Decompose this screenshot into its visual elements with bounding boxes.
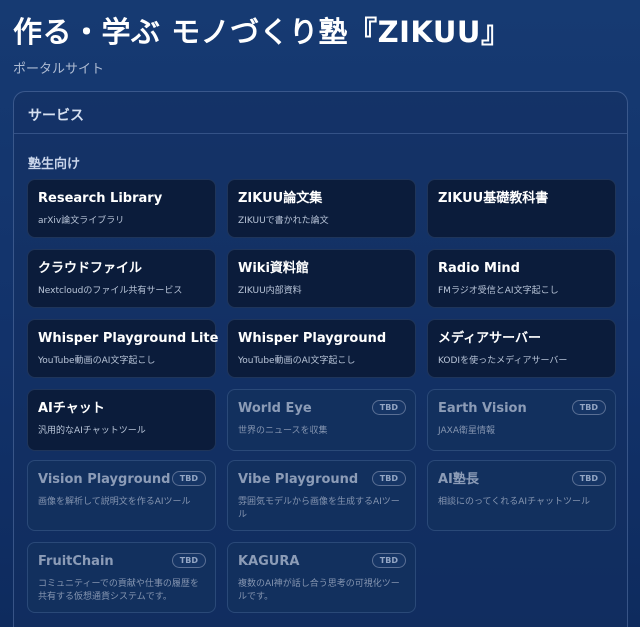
card-description: 複数のAI神が話し合う思考の可視化ツールです。	[238, 579, 400, 602]
card-description: 汎用的なAIチャットツール	[38, 426, 146, 436]
group-title: 塾生向け	[28, 157, 81, 172]
service-card-vision-playground[interactable]: Vision Playground TBD 画像を解析して説明文を作るAIツール	[27, 460, 216, 531]
service-card-research-library[interactable]: Research Library arXiv論文ライブラリ	[27, 179, 216, 238]
card-name: Whisper Playground	[238, 331, 387, 346]
services-panel-header: サービス	[14, 92, 627, 134]
services-panel: サービス 塾生向け Research Library arXiv論文ライブラリ …	[13, 91, 628, 627]
tbd-badge: TBD	[571, 400, 606, 415]
card-name: Whisper Playground Lite	[38, 331, 219, 346]
service-card-fruitchain[interactable]: FruitChain TBD コミュニティーでの貢献や仕事の履歴を共有する仮想通…	[27, 542, 216, 613]
site-title: 作る・学ぶ モノづくり塾『ZIKUU』	[13, 15, 511, 49]
service-card-cloud-files[interactable]: クラウドファイル Nextcloudのファイル共有サービス	[27, 249, 216, 308]
card-description: 相談にのってくれるAIチャットツール	[438, 497, 591, 507]
service-card-media-server[interactable]: メディアサーバー KODIを使ったメディアサーバー	[427, 319, 616, 378]
service-card-whisper[interactable]: Whisper Playground YouTube動画のAI文字起こし	[227, 319, 416, 378]
service-card-earth-vision[interactable]: Earth Vision TBD JAXA衛星情報	[427, 389, 616, 451]
card-name: メディアサーバー	[438, 331, 541, 346]
card-description: 雰囲気モデルから画像を生成するAIツール	[238, 497, 400, 520]
service-card-whisper-lite[interactable]: Whisper Playground Lite YouTube動画のAI文字起こ…	[27, 319, 219, 378]
card-description: 世界のニュースを収集	[238, 426, 328, 436]
service-card-zikuu-papers[interactable]: ZIKUU論文集 ZIKUUで書かれた論文	[227, 179, 416, 238]
card-description: FMラジオ受信とAI文字起こし	[438, 286, 559, 296]
card-description: JAXA衛星情報	[438, 426, 495, 436]
card-name: AIチャット	[38, 401, 105, 416]
card-name: Radio Mind	[438, 261, 520, 276]
service-card-vibe-playground[interactable]: Vibe Playground TBD 雰囲気モデルから画像を生成するAIツール	[227, 460, 416, 531]
card-name: ZIKUU論文集	[238, 191, 323, 206]
service-card-ai-chat[interactable]: AIチャット 汎用的なAIチャットツール	[27, 389, 216, 451]
service-card-ai-jukucho[interactable]: AI塾長 TBD 相談にのってくれるAIチャットツール	[427, 460, 616, 531]
card-description: YouTube動画のAI文字起こし	[38, 356, 156, 366]
card-name: クラウドファイル	[38, 261, 143, 276]
tbd-badge: TBD	[171, 553, 206, 568]
tbd-badge: TBD	[371, 553, 406, 568]
service-card-wiki[interactable]: Wiki資料館 ZIKUU内部資料	[227, 249, 416, 308]
card-name: Research Library	[38, 191, 163, 206]
card-name: ZIKUU基礎教科書	[438, 191, 549, 206]
card-description: YouTube動画のAI文字起こし	[238, 356, 356, 366]
card-description: 画像を解析して説明文を作るAIツール	[38, 497, 191, 507]
card-description: コミュニティーでの貢献や仕事の履歴を共有する仮想通貨システムです。	[38, 579, 199, 602]
card-description: ZIKUU内部資料	[238, 286, 302, 296]
service-card-radio-mind[interactable]: Radio Mind FMラジオ受信とAI文字起こし	[427, 249, 616, 308]
page-header: 作る・学ぶ モノづくり塾『ZIKUU』 ポータルサイト	[13, 12, 510, 77]
service-card-kagura[interactable]: KAGURA TBD 複数のAI神が話し合う思考の可視化ツールです。	[227, 542, 416, 613]
site-subtitle: ポータルサイト	[13, 62, 105, 77]
tbd-badge: TBD	[171, 471, 206, 486]
service-card-zikuu-textbook[interactable]: ZIKUU基礎教科書	[427, 179, 616, 238]
tbd-badge: TBD	[571, 471, 606, 486]
card-description: ZIKUUで書かれた論文	[238, 216, 329, 226]
card-description: Nextcloudのファイル共有サービス	[38, 286, 183, 296]
card-name: Wiki資料館	[238, 261, 309, 276]
tbd-badge: TBD	[371, 400, 406, 415]
tbd-badge: TBD	[371, 471, 406, 486]
card-description: KODIを使ったメディアサーバー	[438, 356, 568, 366]
card-description: arXiv論文ライブラリ	[38, 216, 125, 226]
section-title: サービス	[28, 108, 84, 124]
service-card-world-eye[interactable]: World Eye TBD 世界のニュースを収集	[227, 389, 416, 451]
